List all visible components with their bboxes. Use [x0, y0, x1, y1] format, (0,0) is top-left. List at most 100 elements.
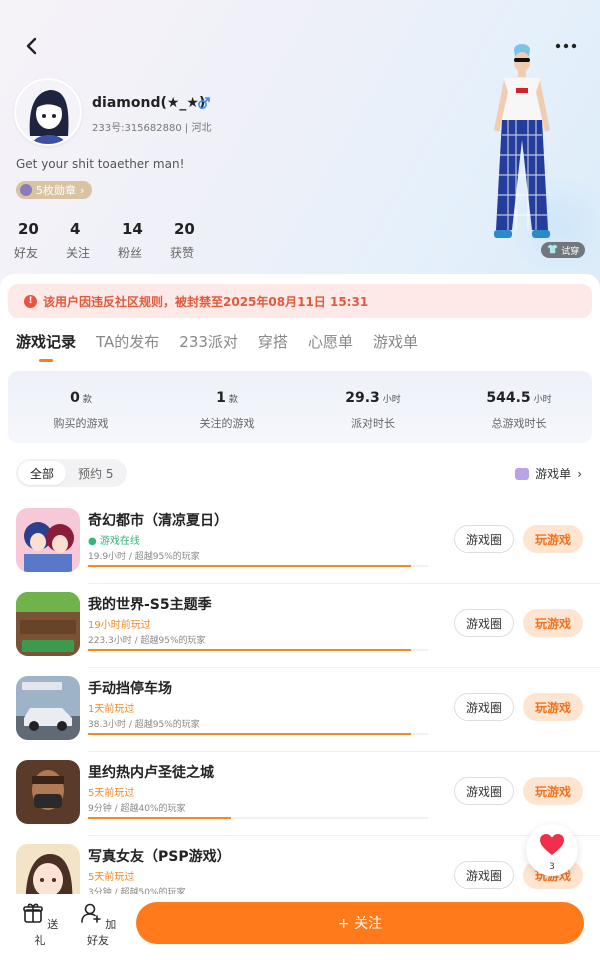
bottom-action-bar: 送礼 加好友 + 关注	[0, 894, 600, 960]
tab-game-records[interactable]: 游戏记录	[16, 331, 76, 362]
stat-friends[interactable]: 20 好友	[14, 220, 66, 261]
divider	[88, 667, 600, 668]
avatar-3d-figure[interactable]	[482, 40, 562, 250]
game-meta: 9分钟 / 超越40%的玩家	[88, 804, 186, 814]
summary-value: 0	[70, 390, 80, 406]
game-icon	[16, 592, 80, 656]
stat-value: 20	[174, 220, 195, 238]
playtime-bar-fill	[88, 649, 411, 651]
divider	[88, 751, 600, 752]
play-game-button[interactable]: 玩游戏	[523, 609, 583, 637]
game-list-link[interactable]: 游戏单 ›	[515, 465, 582, 482]
game-title: 我的世界-S5主题季	[88, 597, 212, 613]
divider	[88, 835, 600, 836]
stat-fans[interactable]: 14 粉丝	[118, 220, 170, 261]
list-item[interactable]: 里约热内卢圣徒之城 5天前玩过 9分钟 / 超越40%的玩家 游戏圈 玩游戏	[0, 760, 600, 844]
medal-icon	[20, 184, 32, 196]
game-meta: 223.3小时 / 超越95%的玩家	[88, 636, 206, 646]
tab-outfits[interactable]: 穿搭	[258, 331, 288, 362]
heart-icon	[540, 834, 564, 855]
game-meta: 38.3小时 / 超越95%的玩家	[88, 720, 200, 730]
game-status: 1天前玩过	[88, 704, 135, 715]
game-status: 19小时前玩过	[88, 620, 151, 631]
alert-icon: !	[24, 294, 37, 308]
add-friend-button[interactable]: 加好友	[78, 902, 118, 948]
playtime-bar-fill	[88, 733, 411, 735]
game-title: 写真女友（PSP游戏）	[88, 849, 231, 865]
game-meta: 19.9小时 / 超越95%的玩家	[88, 552, 200, 562]
medal-badge[interactable]: 5枚勋章 ›	[16, 181, 93, 199]
game-status: 5天前玩过	[88, 872, 135, 883]
list-item[interactable]: 手动挡停车场 1天前玩过 38.3小时 / 超越95%的玩家 游戏圈 玩游戏	[0, 676, 600, 760]
ban-notice-text: 该用户因违反社区规则，被封禁至2025年08月11日 15:31	[43, 294, 369, 309]
play-game-button[interactable]: 玩游戏	[523, 777, 583, 805]
summary-unit: 款	[228, 395, 238, 405]
game-circle-button[interactable]: 游戏圈	[454, 861, 514, 889]
summary-party-time: 29.3 小时 派对时长	[300, 371, 446, 443]
follow-button[interactable]: + 关注	[136, 902, 584, 944]
list-item[interactable]: 我的世界-S5主题季 19小时前玩过 223.3小时 / 超越95%的玩家 游戏…	[0, 592, 600, 676]
game-list-label: 游戏单	[535, 467, 572, 481]
divider	[88, 583, 600, 584]
stat-value: 20	[18, 220, 39, 238]
stat-label: 关注	[66, 246, 91, 260]
game-circle-button[interactable]: 游戏圈	[454, 693, 514, 721]
playtime-bar	[88, 817, 428, 819]
profile-tabs: 游戏记录 TA的发布 233派对 穿搭 心愿单 游戏单	[16, 331, 418, 362]
play-game-button[interactable]: 玩游戏	[523, 525, 583, 553]
stat-likes[interactable]: 20 获赞	[170, 220, 222, 261]
avatar[interactable]	[14, 78, 82, 146]
playtime-bar-fill	[88, 817, 231, 819]
summary-unit: 小时	[533, 395, 552, 405]
summary-label: 购买的游戏	[53, 417, 109, 430]
content-sheet: ! 该用户因违反社区规则，被封禁至2025年08月11日 15:31 游戏记录 …	[0, 274, 600, 960]
tab-game-list[interactable]: 游戏单	[373, 331, 418, 362]
summary-label: 派对时长	[351, 417, 395, 430]
playtime-bar	[88, 565, 428, 567]
game-circle-button[interactable]: 游戏圈	[454, 525, 514, 553]
stat-label: 好友	[14, 246, 39, 260]
tab-233-party[interactable]: 233派对	[179, 331, 238, 362]
summary-followed: 1款 关注的游戏	[154, 371, 300, 443]
medal-label: 5枚勋章	[36, 184, 76, 197]
try-on-label: 试穿	[561, 246, 580, 257]
summary-unit: 款	[82, 395, 92, 405]
game-circle-button[interactable]: 游戏圈	[454, 609, 514, 637]
game-list-icon	[515, 467, 530, 480]
chevron-right-icon: ›	[80, 183, 85, 197]
tab-wishlist[interactable]: 心愿单	[308, 331, 353, 362]
try-on-button[interactable]: 👕 试穿	[541, 242, 586, 258]
game-status: 5天前玩过	[88, 788, 135, 799]
filter-all[interactable]: 全部	[18, 461, 67, 485]
chevron-right-icon: ›	[577, 466, 582, 481]
gift-button[interactable]: 送礼	[20, 902, 60, 948]
game-status: ● 游戏在线	[88, 536, 140, 547]
stat-following[interactable]: 4 关注	[66, 220, 118, 261]
summary-label: 关注的游戏	[199, 417, 255, 430]
male-gender-icon	[198, 97, 210, 109]
like-button[interactable]: 3	[526, 824, 578, 876]
filter-reserved[interactable]: 预约 5	[66, 461, 125, 485]
game-title: 手动挡停车场	[88, 681, 172, 697]
stat-label: 获赞	[170, 246, 195, 260]
list-item[interactable]: 奇幻都市（清凉夏日） ● 游戏在线 19.9小时 / 超越95%的玩家 游戏圈 …	[0, 508, 600, 592]
summary-value: 29.3	[345, 390, 380, 406]
add-friend-icon	[80, 903, 101, 923]
game-circle-button[interactable]: 游戏圈	[454, 777, 514, 805]
game-status-text: 游戏在线	[99, 536, 140, 547]
tab-posts[interactable]: TA的发布	[96, 331, 159, 362]
profile-header: diamond(★_★) 233号:315682880 | 河北 Get you…	[0, 0, 600, 290]
game-title: 奇幻都市（清凉夏日）	[88, 513, 228, 529]
game-icon	[16, 676, 80, 740]
back-icon[interactable]	[20, 34, 44, 58]
game-icon	[16, 760, 80, 824]
playtime-bar	[88, 649, 428, 651]
play-game-button[interactable]: 玩游戏	[523, 693, 583, 721]
game-title: 里约热内卢圣徒之城	[88, 765, 214, 781]
summary-total-time: 544.5 小时 总游戏时长	[446, 371, 592, 443]
shirt-icon: 👕	[547, 245, 559, 255]
gift-icon	[22, 903, 43, 923]
playtime-bar-fill	[88, 565, 411, 567]
ban-notice: ! 该用户因违反社区规则，被封禁至2025年08月11日 15:31	[8, 284, 592, 318]
summary-value: 544.5	[486, 390, 531, 406]
